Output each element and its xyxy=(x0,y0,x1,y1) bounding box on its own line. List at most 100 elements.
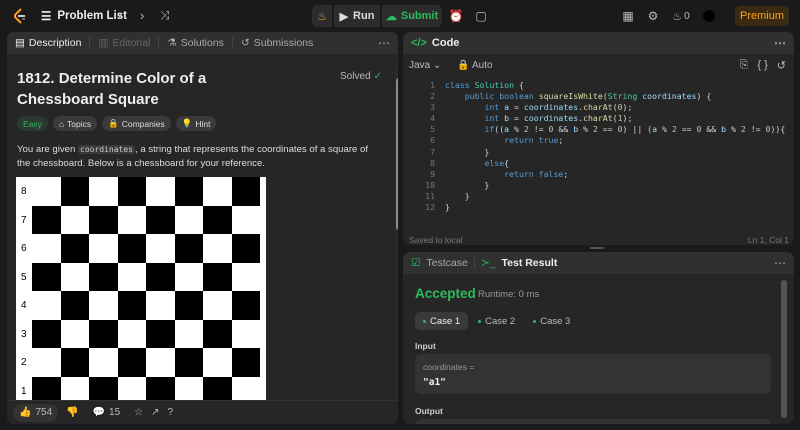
board-square xyxy=(174,234,203,263)
board-square xyxy=(117,348,146,377)
board-square xyxy=(89,348,118,377)
board-square xyxy=(146,319,175,348)
bookmark-icon[interactable]: ⎘ xyxy=(740,59,749,72)
problem-list-button[interactable]: ☰ Problem List xyxy=(41,9,127,23)
lock-icon: 🔒 xyxy=(108,118,119,128)
board-square xyxy=(203,234,232,263)
board-square xyxy=(174,319,203,348)
board-square xyxy=(32,234,61,263)
case-tab-3[interactable]: Case 3 xyxy=(525,312,578,330)
board-square xyxy=(174,291,203,320)
solved-label: Solved xyxy=(340,71,371,82)
board-square xyxy=(117,205,146,234)
board-square xyxy=(146,291,175,320)
chessboard-image: 8 7 6 5 4 3 2 1 xyxy=(16,177,266,401)
format-icon[interactable]: { } xyxy=(757,59,767,72)
tab-editorial-label: Editorial xyxy=(112,37,151,49)
board-square xyxy=(174,262,203,291)
autocomplete-mode[interactable]: 🔒 Auto xyxy=(457,60,492,71)
tab-test-result[interactable]: Test Result xyxy=(502,257,558,269)
help-icon[interactable]: ? xyxy=(168,407,174,418)
board-square xyxy=(32,262,61,291)
case-tab-2[interactable]: Case 2 xyxy=(470,312,523,330)
description-panel: ▤ Description ▥ Editorial ⚗ Solutions ↺ … xyxy=(7,32,398,424)
editor-actions: ⎘ { } ↺ xyxy=(740,59,786,72)
board-square xyxy=(231,319,260,348)
more-icon[interactable]: ⋯ xyxy=(774,36,786,50)
shuffle-icon[interactable]: ⤨ xyxy=(160,8,170,23)
result-tab-bar: ☑ Testcase ≻_ Test Result ⋯ xyxy=(403,252,794,274)
note-icon[interactable]: ▢ xyxy=(473,8,489,24)
rank-label: 5 xyxy=(21,271,27,283)
board-square xyxy=(146,262,175,291)
problem-title: 1812. Determine Color of a Chessboard Sq… xyxy=(17,70,207,108)
problem-list-label: Problem List xyxy=(57,10,127,22)
streak-counter[interactable]: ♨ 0 xyxy=(670,8,692,24)
tab-testcase[interactable]: Testcase xyxy=(426,257,467,269)
submit-button[interactable]: ☁ Submit xyxy=(382,5,442,27)
board-square xyxy=(231,348,260,377)
avatar[interactable] xyxy=(703,10,715,22)
like-button[interactable]: 👍 754 xyxy=(13,403,59,422)
star-icon[interactable]: ☆ xyxy=(134,407,143,418)
debug-icon[interactable]: ♨ xyxy=(312,5,332,27)
board-square xyxy=(117,291,146,320)
pass-dot-icon xyxy=(533,319,537,323)
companies-tag[interactable]: 🔒 Companies xyxy=(102,116,171,131)
check-circle-icon: ✓ xyxy=(373,71,382,82)
board-square xyxy=(32,205,61,234)
divider xyxy=(158,37,160,49)
result-status: Accepted xyxy=(415,286,476,301)
input-label: Input xyxy=(415,341,436,351)
board-square xyxy=(60,291,89,320)
prev-arrow-icon[interactable]: ‹ xyxy=(118,8,122,23)
topics-tag[interactable]: ⌂ Topics xyxy=(52,116,98,131)
thumbs-down-icon[interactable]: 👎 xyxy=(66,407,78,418)
logo-icon[interactable] xyxy=(12,8,28,24)
board-square xyxy=(174,177,203,206)
rank-label: 6 xyxy=(21,243,27,254)
rank-label: 8 xyxy=(21,186,27,197)
output-box xyxy=(415,419,771,424)
gear-icon[interactable]: ⚙ xyxy=(645,8,661,24)
board-square xyxy=(32,319,61,348)
rank-label: 1 xyxy=(21,385,27,397)
flask-icon: ⚗ xyxy=(167,37,177,49)
runtime-text: Runtime: 0 ms xyxy=(478,289,540,300)
problem-description: You are given coordinates, a string that… xyxy=(17,143,377,171)
next-arrow-icon[interactable]: › xyxy=(140,8,144,23)
tab-submissions[interactable]: ↺ Submissions xyxy=(241,37,313,49)
streak-count: 0 xyxy=(684,10,690,22)
more-icon[interactable]: ⋯ xyxy=(774,256,786,270)
reset-icon[interactable]: ↺ xyxy=(777,59,786,72)
more-icon[interactable]: ⋯ xyxy=(378,36,390,50)
alarm-icon[interactable]: ⏰ xyxy=(448,8,464,24)
comments-button[interactable]: 💬 15 xyxy=(87,404,127,422)
code-title: Code xyxy=(431,37,460,49)
run-button[interactable]: ▶ Run xyxy=(334,5,380,27)
code-editor[interactable]: 1 class Solution { 2 public boolean squar… xyxy=(411,80,785,213)
scrollbar-thumb[interactable] xyxy=(396,78,398,230)
board-square xyxy=(146,177,175,206)
tab-solutions[interactable]: ⚗ Solutions xyxy=(167,37,224,49)
tab-description[interactable]: ▤ Description xyxy=(15,37,81,49)
difficulty-badge: Easy xyxy=(17,116,48,131)
description-icon: ▤ xyxy=(15,37,25,49)
divider xyxy=(231,37,233,49)
case-tab-1[interactable]: Case 1 xyxy=(415,312,469,330)
layout-icon[interactable]: ▦ xyxy=(620,8,636,24)
result-scrollbar[interactable] xyxy=(781,280,787,418)
panel-resize-handle[interactable] xyxy=(590,247,604,249)
comment-count: 15 xyxy=(109,407,121,418)
share-icon[interactable]: ↗ xyxy=(151,407,159,418)
tag-row: Easy ⌂ Topics 🔒 Companies 💡 Hint xyxy=(17,116,217,131)
divider xyxy=(89,37,91,49)
tab-editorial[interactable]: ▥ Editorial xyxy=(98,37,150,49)
board-square xyxy=(231,234,260,263)
hint-tag[interactable]: 💡 Hint xyxy=(175,116,217,131)
language-select[interactable]: Java ⌄ xyxy=(409,60,441,71)
board-square xyxy=(231,376,260,401)
board-square xyxy=(174,348,203,377)
tab-solutions-label: Solutions xyxy=(180,37,224,49)
premium-button[interactable]: Premium xyxy=(735,6,789,26)
